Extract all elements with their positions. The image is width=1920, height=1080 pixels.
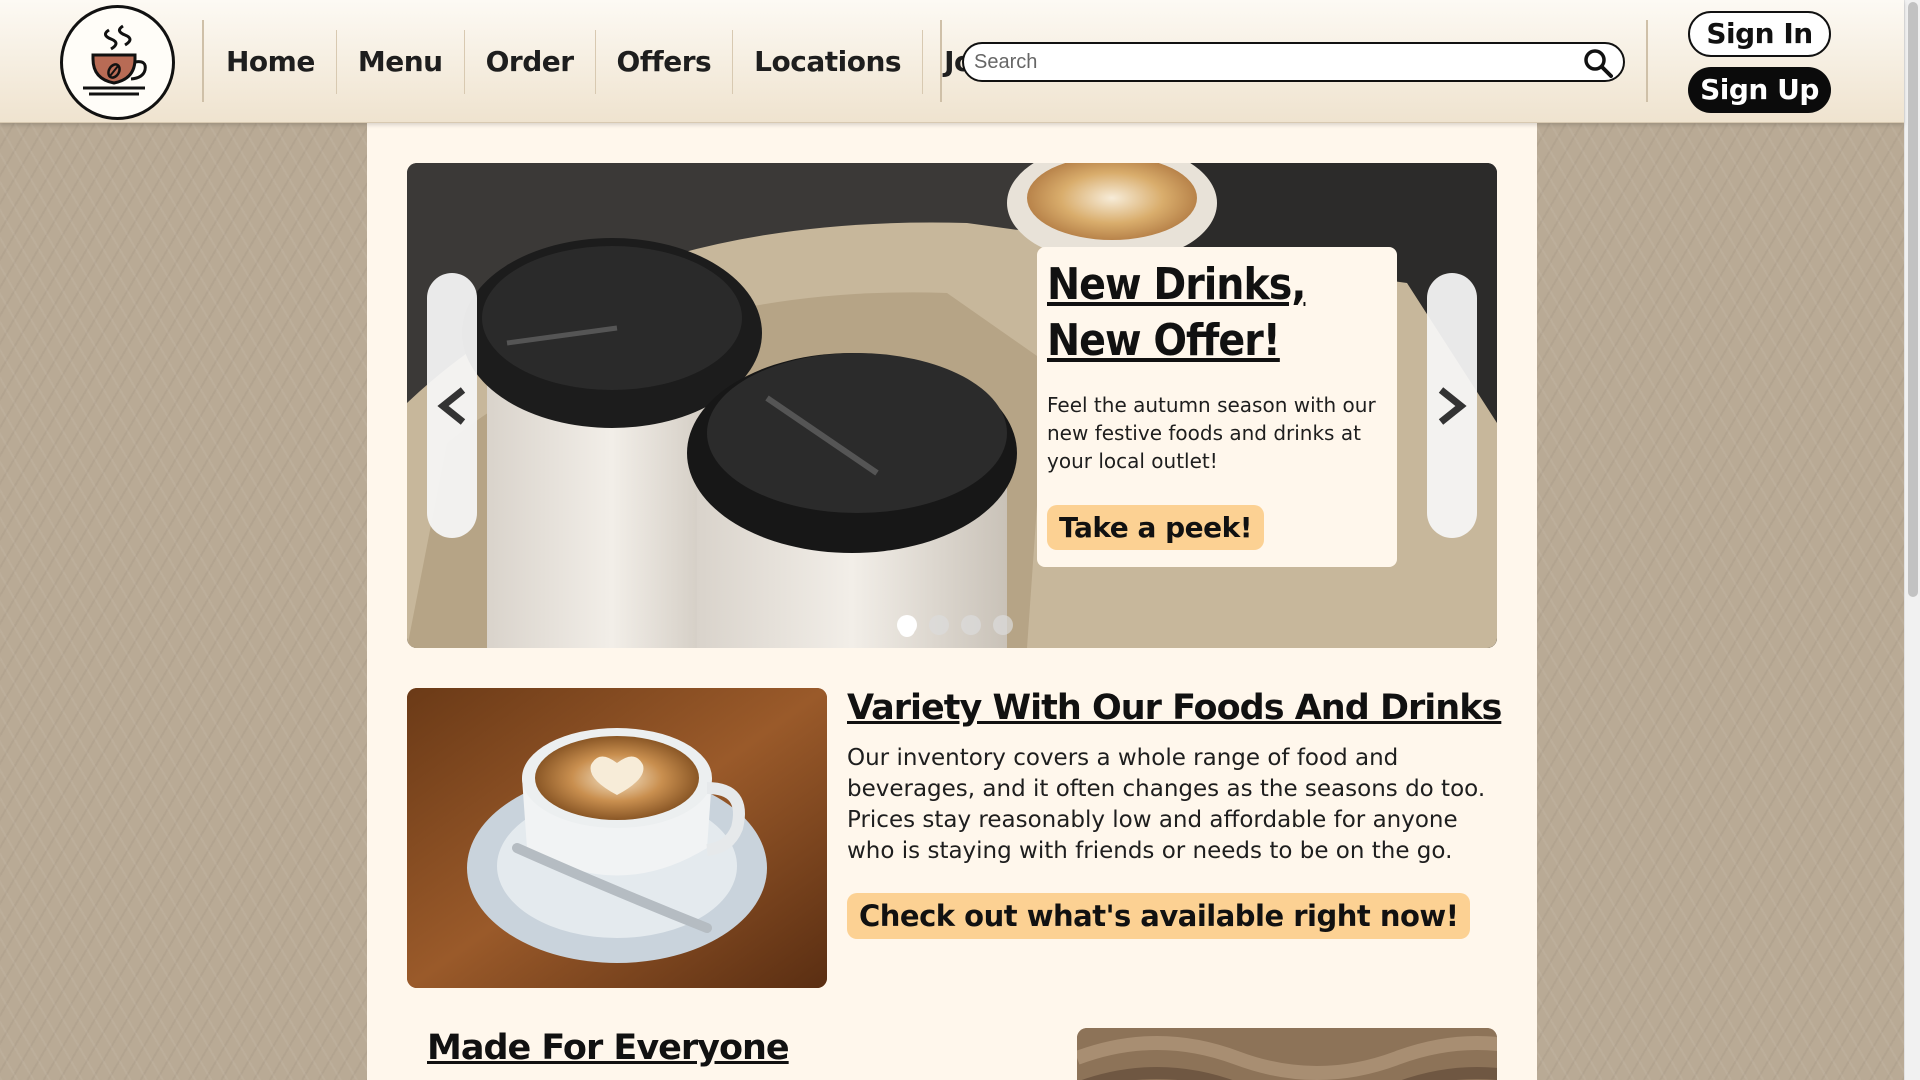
header-divider [202,20,204,102]
main-content: New Drinks, New Offer! Feel the autumn s… [367,123,1537,1080]
chevron-left-icon [437,386,466,425]
section-title-made-for-everyone[interactable]: Made For Everyone [427,1028,790,1068]
nav-item-order[interactable]: Order [465,30,596,94]
header-divider [940,20,942,102]
coffee-cup-logo-icon[interactable] [60,5,175,120]
search-input[interactable] [974,48,1564,76]
feature-title[interactable]: Variety With Our Foods And Drinks [847,688,1502,728]
carousel-caption-card: New Drinks, New Offer! Feel the autumn s… [1037,247,1397,567]
chevron-right-icon [1438,386,1467,425]
page-scrollbar[interactable] [1904,0,1920,1080]
hero-carousel: New Drinks, New Offer! Feel the autumn s… [407,163,1497,648]
site-header: Home Menu Order Offers Locations Jobs Si… [0,0,1904,123]
carousel-dot-2[interactable] [929,615,949,635]
latte-cup-image [407,688,827,988]
carousel-indicators [897,615,1013,635]
carousel-dot-3[interactable] [961,615,981,635]
carousel-dot-4[interactable] [993,615,1013,635]
take-a-peek-button[interactable]: Take a peek! [1047,505,1265,550]
magnifier-icon[interactable] [1583,48,1613,78]
sign-up-button[interactable]: Sign Up [1688,67,1831,113]
nav-item-home[interactable]: Home [205,30,337,94]
scrollbar-thumb[interactable] [1908,2,1918,597]
search-bar [962,42,1625,82]
header-divider [1646,20,1648,102]
nav-item-offers[interactable]: Offers [596,30,734,94]
section-2-image [1077,1028,1497,1080]
carousel-title[interactable]: New Drinks, New Offer! [1047,257,1387,369]
feature-description: Our inventory covers a whole range of fo… [847,745,1486,864]
nav-item-menu[interactable]: Menu [337,30,465,94]
main-nav: Home Menu Order Offers Locations Jobs [205,30,1029,94]
carousel-next-button[interactable] [1427,273,1477,538]
sign-in-button[interactable]: Sign In [1688,11,1831,57]
carousel-prev-button[interactable] [427,273,477,538]
nav-item-locations[interactable]: Locations [733,30,924,94]
carousel-dot-1[interactable] [897,615,917,635]
carousel-description: Feel the autumn season with our new fest… [1047,393,1376,473]
check-out-available-button[interactable]: Check out what's available right now! [847,893,1471,939]
